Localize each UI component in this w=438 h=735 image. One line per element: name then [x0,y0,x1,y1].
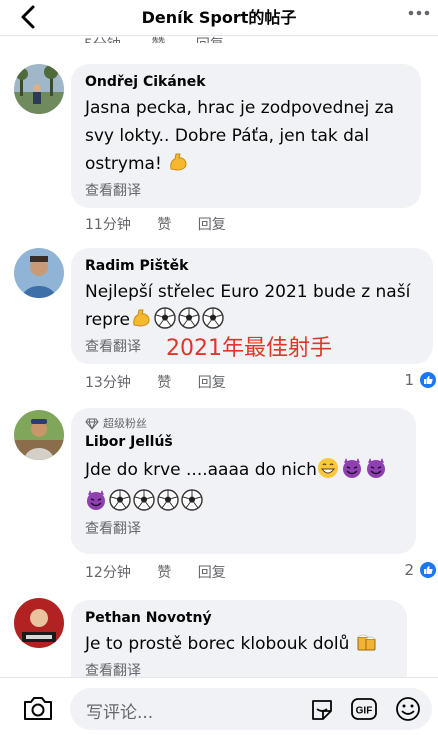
svg-text:GIF: GIF [356,706,373,717]
comment-time: 13分钟 [85,375,131,391]
like-link[interactable]: 赞 [157,565,171,581]
muscle-emoji [133,309,150,327]
comment: Pethan Novotný Je to prostě borec klobou… [0,596,438,678]
see-translation-link[interactable]: 查看翻译 [85,518,402,540]
soccer-ball-emoji [157,489,179,511]
comment-time: 11分钟 [85,217,131,233]
soccer-ball-emoji [133,489,155,511]
comment-time: 5分钟 [84,37,121,53]
smiley-icon[interactable] [394,696,422,722]
see-translation-link[interactable]: 查看翻译 [85,180,407,202]
see-translation-link[interactable]: 查看翻译 [85,660,393,678]
comment-meta: 13分钟 赞 回复 [85,372,248,392]
page-title: Deník Sport的帖子 [141,8,297,27]
reply-link[interactable]: 回复 [196,37,224,43]
devil-emoji [366,458,385,478]
grin-emoji [317,458,338,478]
comment-composer: 写评论... GIF [0,677,438,735]
commenter-name[interactable]: Ondřej Cikánek [85,72,407,92]
commenter-name[interactable]: Libor Jellúš [85,432,402,452]
reply-link[interactable]: 回复 [198,565,226,581]
devil-emoji [87,490,105,510]
comment-meta: 11分钟 赞 回复 [85,214,248,234]
muscle-emoji [170,153,187,171]
commenter-name[interactable]: Radim Pištěk [85,256,419,276]
beer-emoji [357,634,376,651]
devil-emoji [342,458,361,478]
avatar[interactable] [14,64,64,114]
comment-text: Je to prostě borec klobouk dolů [85,630,393,658]
top-bar: Deník Sport的帖子 [0,0,438,36]
like-icon [418,560,438,580]
comment-input[interactable]: 写评论... GIF [70,688,432,730]
like-icon [418,370,438,390]
comment-text: Jde do krve ....aaaa do nich [85,456,402,516]
like-link[interactable]: 赞 [157,375,171,391]
sticker-icon[interactable] [308,696,336,722]
diamond-icon [85,418,99,430]
overlay-caption: 2021年最佳射手 [166,336,332,361]
soccer-ball-emoji [178,307,200,329]
comment-bubble: 超级粉丝 Libor Jellúš Jde do krve ....aaaa d… [71,408,416,554]
partial-comment-meta: 5分钟 赞 回复 [84,34,250,53]
camera-icon[interactable] [22,694,54,722]
soccer-ball-emoji [181,489,203,511]
more-icon[interactable] [406,6,432,20]
avatar[interactable] [14,248,64,298]
comment-meta: 12分钟 赞 回复 [85,562,248,582]
gif-icon[interactable]: GIF [350,696,378,722]
comment-text: Jasna pecka, hrac je zodpovednej za svy … [85,98,395,174]
soccer-ball-emoji [109,489,131,511]
soccer-ball-emoji [154,307,176,329]
like-link[interactable]: 赞 [157,217,171,233]
reply-link[interactable]: 回复 [198,375,226,391]
comment-time: 12分钟 [85,565,131,581]
avatar[interactable] [14,410,64,460]
comment-bubble: Pethan Novotný Je to prostě borec klobou… [71,600,407,678]
avatar[interactable] [14,598,64,648]
comment-text: Nejlepší střelec Euro 2021 bude z naší r… [85,282,411,330]
like-link[interactable]: 赞 [151,37,165,43]
reaction-count[interactable]: 2 [404,560,438,580]
commenter-name[interactable]: Pethan Novotný [85,608,393,628]
comment-bubble: Ondřej Cikánek Jasna pecka, hrac je zodp… [71,64,421,208]
soccer-ball-emoji [202,307,224,329]
reply-link[interactable]: 回复 [198,217,226,233]
reaction-count[interactable]: 1 [404,370,438,390]
comment-input-placeholder: 写评论... [86,703,154,723]
top-fan-badge: 超级粉丝 [85,416,402,432]
